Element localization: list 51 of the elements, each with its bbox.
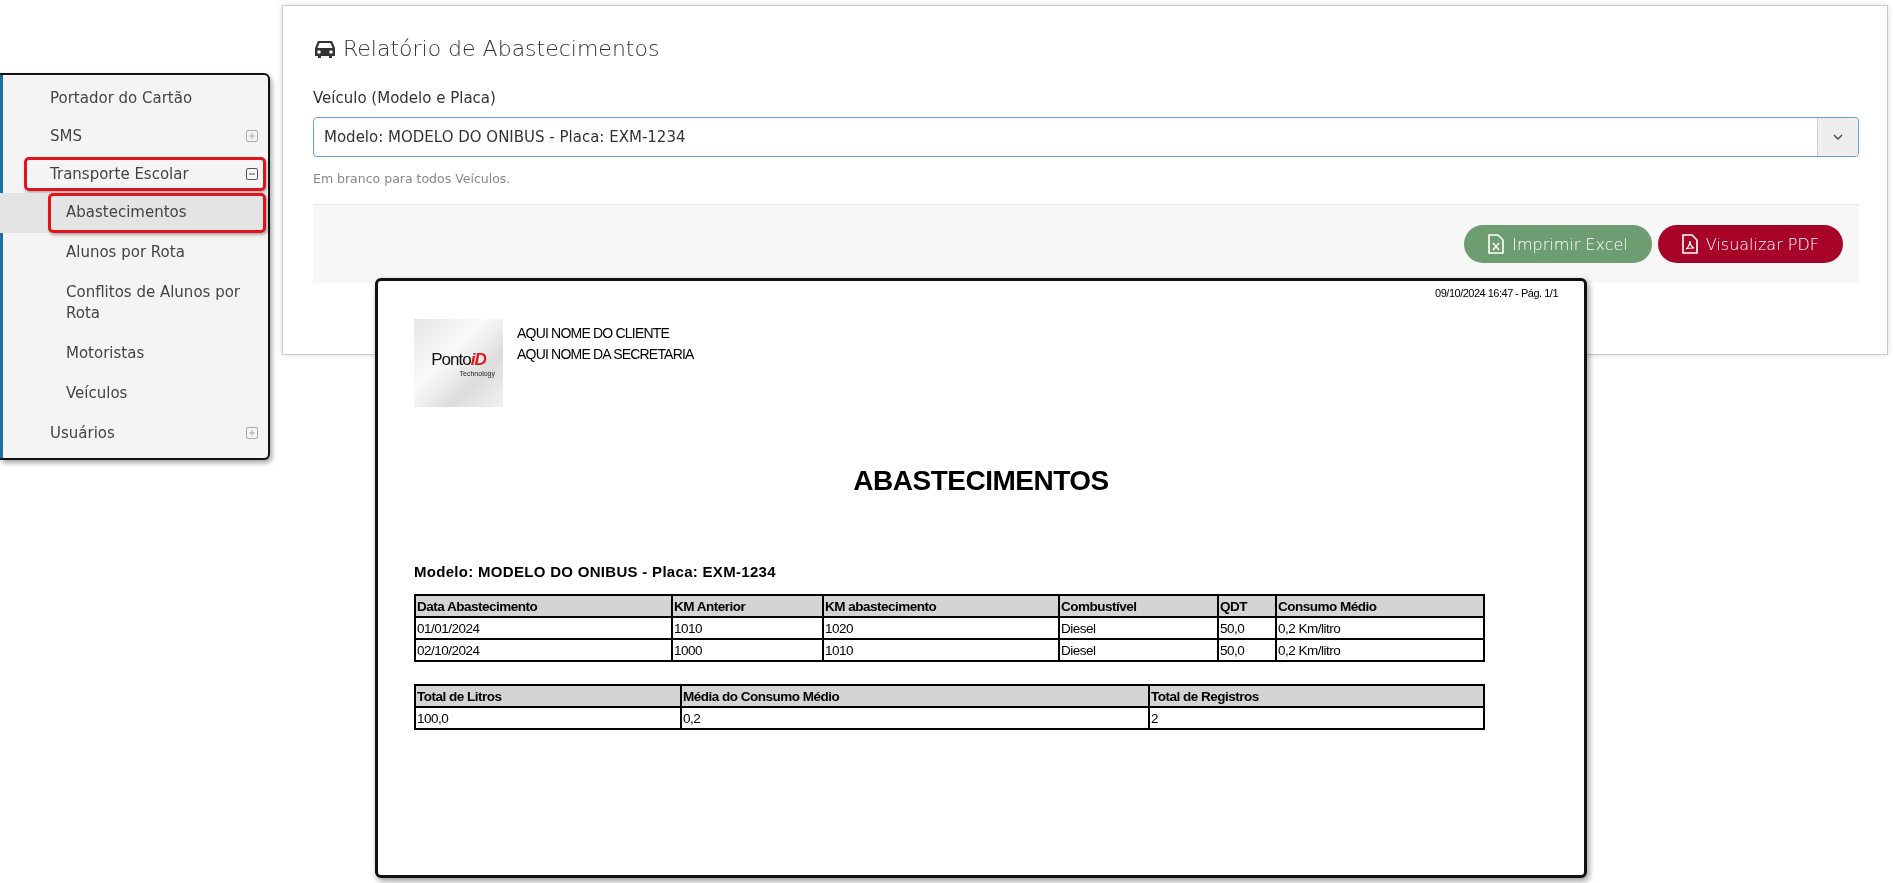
sidebar-item[interactable]: Usuários [0, 413, 268, 452]
sidebar-item[interactable]: Portador do Cartão [0, 79, 268, 117]
table-cell: 2 [1149, 707, 1484, 729]
column-header: Combustível [1059, 595, 1218, 617]
column-header: Consumo Médio [1276, 595, 1484, 617]
table-cell: 50,0 [1218, 639, 1276, 661]
excel-file-icon [1488, 234, 1505, 254]
report-header-line: AQUI NOME DO CLIENTE [517, 324, 671, 343]
column-header: Média do Consumo Médio [681, 685, 1149, 707]
sidebar-item[interactable]: SMS [0, 117, 268, 155]
expand-icon[interactable] [246, 426, 258, 439]
pdf-button[interactable]: Visualizar PDF [1657, 225, 1843, 263]
sidebar-item[interactable]: Abastecimentos [0, 193, 268, 233]
report-subtitle: Modelo: MODELO DO ONIBUS - Placa: EXM-1234 [414, 563, 777, 580]
field-hint: Em branco para todos Veículos. [313, 171, 512, 186]
expand-icon[interactable] [246, 130, 258, 142]
table-cell: 02/10/2024 [415, 639, 672, 661]
table-cell: Diesel [1059, 617, 1218, 639]
sidebar-item[interactable]: Veículos [0, 373, 268, 414]
chevron-down-icon [1833, 134, 1843, 140]
column-header: KM Anterior [672, 595, 823, 617]
collapse-icon[interactable] [246, 168, 258, 180]
table-cell: 1000 [672, 639, 823, 661]
sidebar-item[interactable]: Conflitos de Alunos por Rota [0, 272, 268, 334]
table-cell: 1010 [823, 639, 1059, 661]
panel-title: Relatório de Abastecimentos [343, 36, 660, 61]
column-header: Data Abastecimento [415, 595, 672, 617]
column-header: Total de Registros [1149, 685, 1484, 707]
dropdown-button[interactable] [1817, 118, 1858, 156]
report-timestamp: 09/10/2024 16:47 - Pág. 1/1 [1434, 286, 1559, 299]
table-cell: 100,0 [415, 707, 681, 729]
table-cell: 1020 [823, 617, 1059, 639]
table-cell: 50,0 [1218, 617, 1276, 639]
column-header: QDT [1218, 595, 1276, 617]
table-cell: 0,2 [681, 707, 1149, 729]
column-header: Total de Litros [415, 685, 681, 707]
sidebar-item[interactable]: Transporte Escolar [0, 155, 268, 193]
sidebar-item[interactable]: Alunos por Rota [0, 232, 268, 273]
column-header: KM abastecimento [823, 595, 1059, 617]
table-cell: 1010 [672, 617, 823, 639]
field-label: Veículo (Modelo e Placa) [313, 89, 497, 107]
table-cell: Diesel [1059, 639, 1218, 661]
sidebar-item[interactable]: Motoristas [0, 334, 268, 374]
table-cell: 0,2 Km/litro [1276, 617, 1484, 639]
table-cell: 01/01/2024 [415, 617, 672, 639]
report-title: ABASTECIMENTOS [852, 465, 1110, 497]
car-icon [313, 38, 337, 59]
table-cell: 0,2 Km/litro [1276, 639, 1484, 661]
pdf-file-icon [1681, 234, 1698, 254]
report-header-line: AQUI NOME DA SECRETARIA [517, 345, 694, 364]
vehicle-select[interactable]: Modelo: MODELO DO ONIBUS - Placa: EXM-1234 [313, 117, 1859, 157]
